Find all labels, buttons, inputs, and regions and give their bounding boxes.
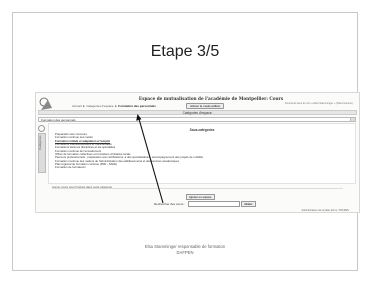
slide: Etape 3/5 ♦ Espace de mutualisation de l… <box>12 12 360 271</box>
embedded-screenshot: ♦ Espace de mutualisation de l'académie … <box>35 92 360 213</box>
footer-org: DAFPEN <box>176 250 194 255</box>
slide-title: Etape 3/5 <box>150 43 220 60</box>
slide-footer: Elsa Stamminger responsable de formation… <box>13 244 357 256</box>
pointer-arrow-icon <box>136 114 164 204</box>
